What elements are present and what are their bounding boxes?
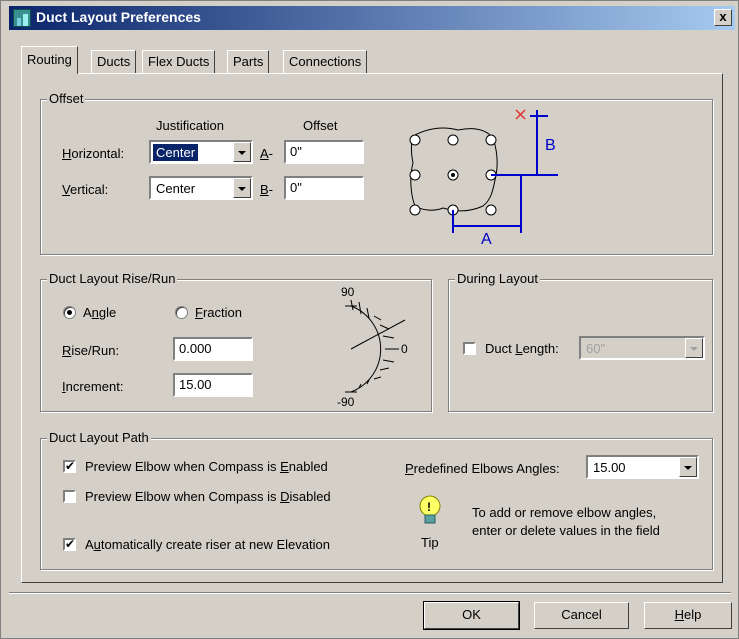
vertical-justification-value: Center	[156, 181, 196, 196]
justify-top-left[interactable]	[409, 134, 421, 146]
selected-dot	[451, 173, 455, 177]
rise-run-label: Rise/Run:	[62, 343, 120, 358]
app-icon	[13, 9, 31, 27]
vertical-justification-select[interactable]: Center	[149, 176, 253, 200]
angle-radio[interactable]	[63, 306, 76, 319]
diagram-a-label: A	[481, 231, 492, 248]
increment-label: Increment:	[62, 379, 124, 394]
fraction-radio[interactable]	[175, 306, 188, 319]
preview-enabled-label: Preview Elbow when Compass is Enabled	[85, 459, 328, 474]
angle-label: Angle	[83, 305, 117, 320]
gauge-top-label: 90	[341, 285, 355, 299]
horizontal-justification-select[interactable]: Center	[149, 140, 253, 164]
duct-length-label: Duct Length:	[485, 341, 559, 356]
tip-label: Tip	[421, 535, 439, 550]
auto-riser-checkbox[interactable]: ✔	[63, 538, 76, 551]
duct-layout-path-group: Duct Layout Path ✔ Preview Elbow when Co…	[40, 430, 713, 570]
a-offset-input[interactable]: 0"	[284, 140, 364, 164]
chevron-down-icon[interactable]	[685, 338, 703, 358]
tip-text-line2: enter or delete values in the field	[472, 523, 660, 538]
title-bar[interactable]: Duct Layout Preferences x	[9, 6, 735, 30]
dialog-window: Duct Layout Preferences x Routing Ducts …	[0, 0, 739, 639]
rise-run-group: Duct Layout Rise/Run Angle Fraction Rise…	[40, 271, 432, 412]
auto-riser-label: Automatically create riser at new Elevat…	[85, 537, 330, 552]
help-button[interactable]: Help	[644, 602, 732, 629]
preview-disabled-label: Preview Elbow when Compass is Disabled	[85, 489, 331, 504]
justify-bottom-right[interactable]	[485, 204, 497, 216]
duct-length-checkbox[interactable]	[463, 342, 476, 355]
justify-bottom-left[interactable]	[409, 204, 421, 216]
tab-parts[interactable]: Parts	[227, 50, 270, 74]
button-separator	[9, 592, 731, 594]
preview-enabled-checkbox[interactable]: ✔	[63, 460, 76, 473]
rise-run-group-title: Duct Layout Rise/Run	[47, 271, 178, 286]
rise-run-input[interactable]: 0.000	[173, 337, 253, 361]
horizontal-justification-value: Center	[153, 144, 199, 161]
elbow-angles-select[interactable]: 15.00	[586, 455, 699, 479]
window-title: Duct Layout Preferences	[36, 9, 201, 25]
gauge-mid-label: 0	[401, 342, 408, 356]
justify-middle-left[interactable]	[409, 169, 421, 181]
cancel-button[interactable]: Cancel	[534, 602, 629, 629]
elbow-angles-label: Predefined Elbows Angles:	[405, 461, 560, 476]
during-layout-group: During Layout Duct Length: 60"	[448, 271, 713, 412]
gauge-bottom-label: -90	[337, 395, 355, 409]
duct-layout-path-title: Duct Layout Path	[47, 430, 151, 445]
tab-routing[interactable]: Routing	[21, 46, 78, 74]
fraction-label: Fraction	[195, 305, 242, 320]
offset-group: Offset Justification Offset Horizontal: …	[40, 91, 713, 255]
elbow-angles-value: 15.00	[593, 460, 626, 475]
duct-length-select[interactable]: 60"	[579, 336, 705, 360]
close-button[interactable]: x	[714, 9, 732, 26]
tab-connections[interactable]: Connections	[283, 50, 368, 74]
ok-button[interactable]: OK	[423, 601, 520, 630]
chevron-down-icon[interactable]	[679, 457, 697, 477]
duct-length-value: 60"	[586, 341, 606, 356]
increment-input[interactable]: 15.00	[173, 373, 253, 397]
justify-top-right[interactable]	[485, 134, 497, 146]
offset-header: Offset	[303, 118, 338, 133]
diagram-b-label: B	[545, 137, 556, 154]
chevron-down-icon[interactable]	[233, 142, 251, 162]
lightbulb-icon: !	[419, 495, 441, 524]
routing-panel: Offset Justification Offset Horizontal: …	[21, 73, 723, 583]
tab-flex-ducts[interactable]: Flex Ducts	[142, 50, 216, 74]
svg-text:!: !	[427, 500, 431, 514]
preview-disabled-checkbox[interactable]	[63, 490, 76, 503]
horizontal-label: Horizontal:	[62, 146, 125, 161]
tab-ducts[interactable]: Ducts	[91, 50, 137, 74]
tip-text-line1: To add or remove elbow angles,	[472, 505, 657, 520]
offset-group-title: Offset	[47, 91, 86, 106]
chevron-down-icon[interactable]	[233, 178, 251, 198]
vertical-label: Vertical:	[62, 182, 109, 197]
angle-gauge: 90 0 -90	[337, 285, 408, 409]
b-label: B-	[260, 182, 274, 197]
during-layout-group-title: During Layout	[455, 271, 540, 286]
b-offset-input[interactable]: 0"	[284, 176, 364, 200]
a-label: A-	[260, 146, 274, 161]
justification-header: Justification	[156, 118, 224, 133]
justify-top-center[interactable]	[447, 134, 459, 146]
justification-diagram[interactable]: B A	[403, 108, 573, 248]
